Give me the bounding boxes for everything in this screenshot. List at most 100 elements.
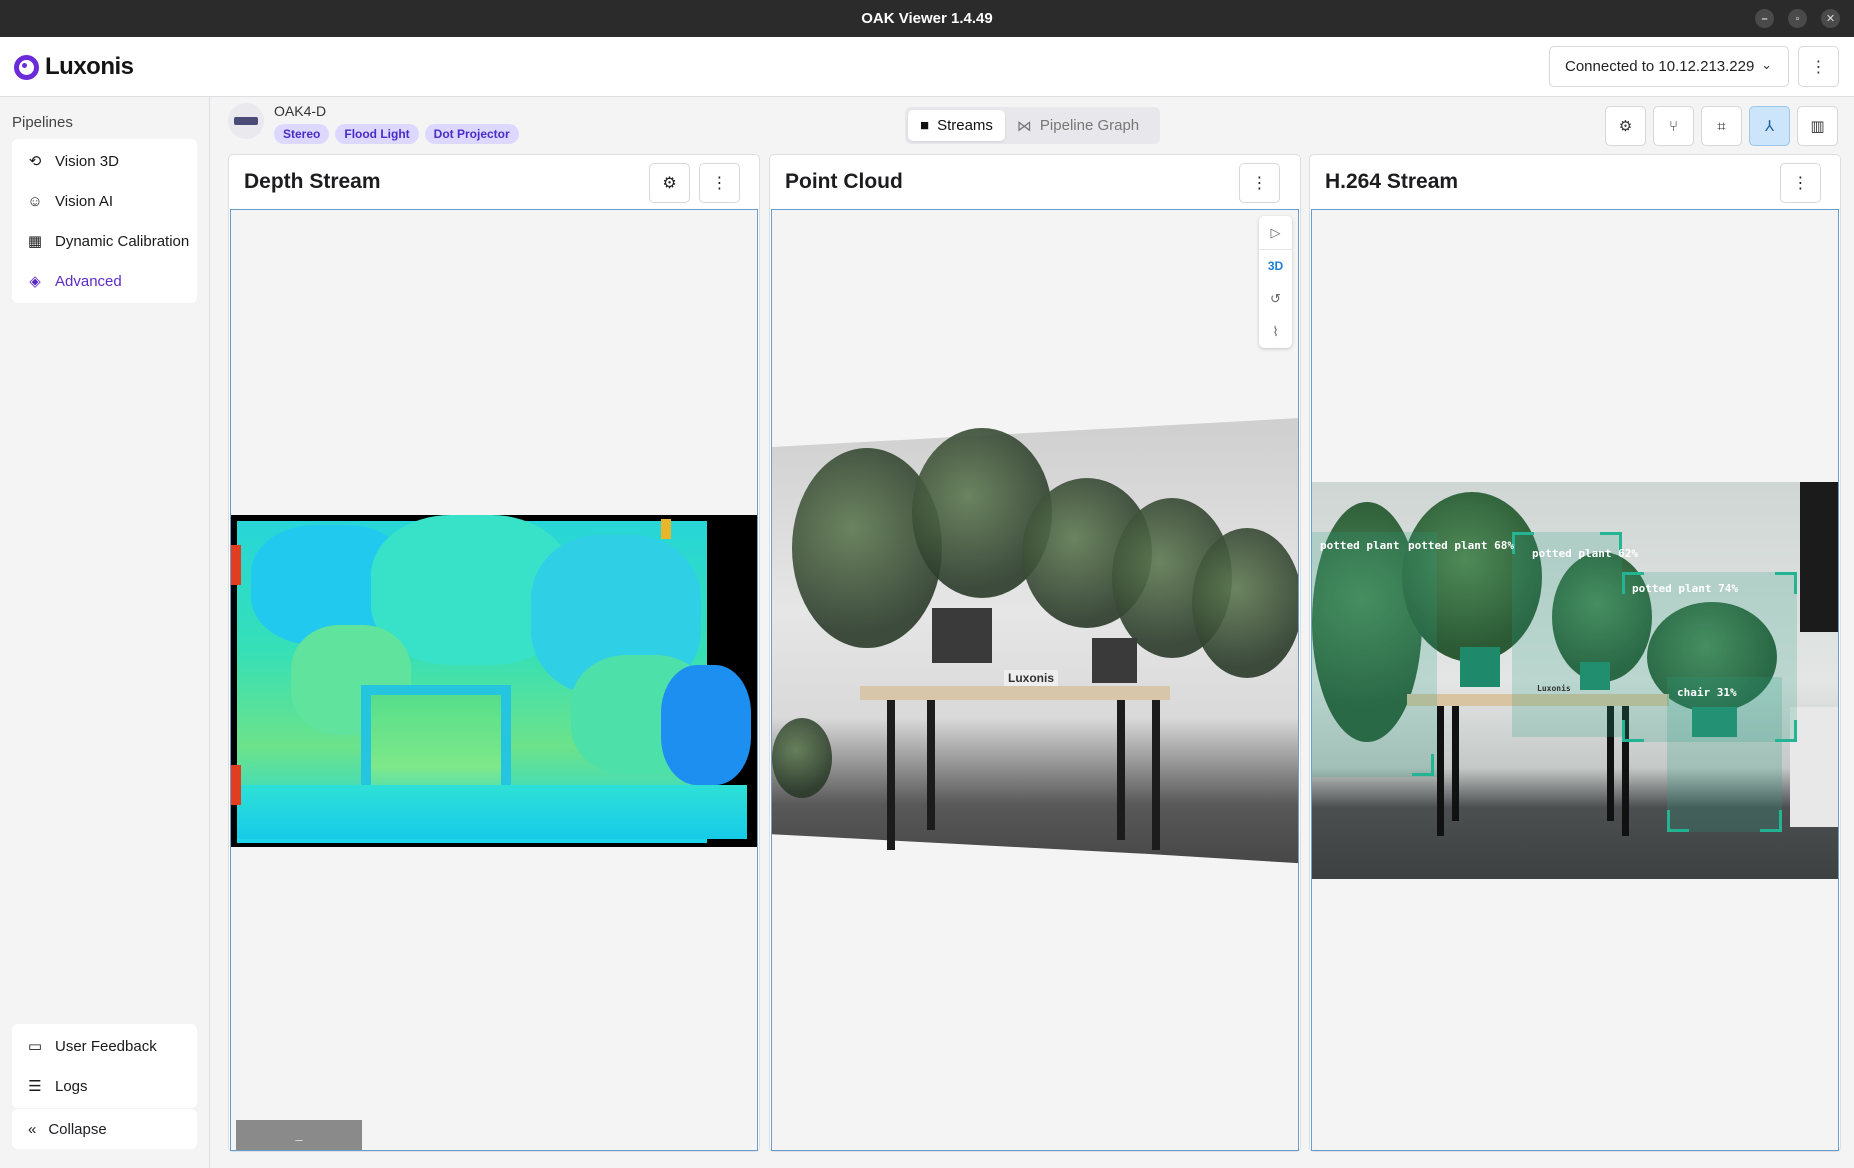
tab-label: Pipeline Graph [1039, 117, 1140, 134]
sidebar-item-label: Advanced [55, 272, 122, 290]
sidebar-item-user-feedback[interactable]: ▭ User Feedback [12, 1026, 197, 1066]
luxonis-logo-icon: Luxonis [1004, 670, 1059, 686]
panel-depth-stream: Depth Stream ⚙ ⋮ – [228, 154, 760, 1152]
view-toolbar: ⚙ ⑂ ⌗ ⅄ ▥ [1605, 106, 1838, 146]
pipeline-list: ⟲ Vision 3D ☺ Vision AI ▦ Dynamic Calibr… [12, 139, 197, 303]
pointcloud-toolbar: ▷ 3D ↺ ⌇ [1259, 216, 1292, 348]
panel-title: Depth Stream [244, 170, 381, 193]
collapse-label: Collapse [48, 1120, 107, 1138]
camera-icon: ■ [920, 117, 930, 134]
detection-label: potted plant 74% [1632, 582, 1738, 595]
luxonis-logo-icon [14, 54, 39, 80]
sidebar-item-label: Vision AI [55, 192, 114, 210]
chevrons-left-icon: « [28, 1120, 37, 1138]
graph-icon: ⋈ [1016, 117, 1032, 135]
3d-rotate-icon: ⟲ [28, 153, 42, 170]
more-vertical-icon: ⋮ [1810, 58, 1827, 76]
sidebar-item-label: User Feedback [55, 1037, 157, 1055]
depth-menu-button[interactable]: ⋮ [699, 163, 740, 203]
ruler-icon: ⌇ [1272, 323, 1279, 339]
sidebar-item-vision-3d[interactable]: ⟲ Vision 3D [12, 141, 197, 181]
point-cloud-render: Luxonis [772, 418, 1298, 902]
sidebar-title: Pipelines [12, 114, 73, 131]
sidebar-item-vision-ai[interactable]: ☺ Vision AI [12, 181, 197, 221]
header-menu-button[interactable]: ⋮ [1798, 46, 1839, 87]
tab-label: Streams [937, 117, 993, 134]
rotate-ccw-icon: ↺ [1270, 290, 1281, 306]
gear-icon: ⚙ [1618, 118, 1633, 135]
more-vertical-icon: ⋮ [1792, 175, 1809, 192]
feature-chip: Dot Projector [424, 124, 519, 144]
feature-chip: Stereo [274, 124, 330, 144]
maximize-icon[interactable]: ▫ [1788, 9, 1807, 28]
checkerboard-icon: ▦ [27, 233, 43, 250]
panel-point-cloud: Point Cloud ⋮ Luxonis ▷ 3D ↺ ⌇ [769, 154, 1301, 1152]
panel-header: Point Cloud ⋮ [770, 155, 1300, 208]
window-controls: – ▫ ✕ [1755, 9, 1840, 28]
reset-view-button[interactable]: ↺ [1259, 282, 1292, 315]
detection-box [1667, 677, 1782, 832]
panel-title: Point Cloud [785, 170, 903, 193]
panel-title: H.264 Stream [1325, 170, 1459, 193]
sidebar: Pipelines ⟲ Vision 3D ☺ Vision AI ▦ Dyna… [0, 97, 210, 1168]
close-icon[interactable]: ✕ [1821, 9, 1840, 28]
face-scan-icon: ☺ [27, 192, 43, 210]
pointcloud-viewport[interactable]: Luxonis ▷ 3D ↺ ⌇ [771, 209, 1299, 1151]
brand-logo: Luxonis [14, 53, 134, 81]
window-titlebar: OAK Viewer 1.4.49 – ▫ ✕ [0, 0, 1854, 37]
window-title: OAK Viewer 1.4.49 [861, 10, 993, 27]
device-name: OAK4-D [274, 103, 327, 119]
h264-menu-button[interactable]: ⋮ [1780, 163, 1821, 203]
sidebar-panel-icon: ▥ [1810, 118, 1825, 135]
depth-colormap-button[interactable]: – [236, 1120, 362, 1150]
scan-icon: ⌗ [1717, 117, 1726, 135]
detection-button[interactable]: ⌗ [1701, 106, 1742, 146]
sidebar-item-label: Logs [55, 1077, 88, 1095]
sidebar-item-logs[interactable]: ☰ Logs [12, 1066, 197, 1106]
luxonis-logo-icon: Luxonis [1537, 684, 1571, 693]
axes-button[interactable]: ⅄ [1749, 106, 1790, 146]
sidebar-bottom-list: ▭ User Feedback ☰ Logs [12, 1024, 197, 1108]
sidebar-item-label: Vision 3D [55, 152, 119, 170]
more-vertical-icon: ⋮ [711, 175, 728, 192]
device-thumbnail [228, 103, 264, 139]
tab-pipeline-graph[interactable]: ⋈ Pipeline Graph [1005, 110, 1151, 141]
brand-name: Luxonis [45, 53, 134, 80]
axes-icon: ⅄ [1764, 118, 1775, 135]
depth-map-image [231, 515, 757, 847]
sidebar-item-dynamic-calibration[interactable]: ▦ Dynamic Calibration [12, 221, 197, 261]
depth-settings-button[interactable]: ⚙ [649, 163, 690, 203]
more-vertical-icon: ⋮ [1251, 175, 1268, 192]
cursor-icon: ▷ [1270, 224, 1281, 240]
pointer-tool-button[interactable]: ▷ [1259, 216, 1292, 249]
connection-dropdown[interactable]: Connected to 10.12.213.229 ⌄ [1549, 46, 1789, 87]
logs-icon: ☰ [28, 1078, 42, 1095]
tab-streams[interactable]: ■ Streams [908, 110, 1005, 141]
layout-toggle-button[interactable]: ▥ [1797, 106, 1838, 146]
app-header: Luxonis Connected to 10.12.213.229 ⌄ ⋮ [0, 37, 1854, 97]
detection-box [1312, 532, 1437, 777]
layers-icon: ◈ [29, 273, 41, 290]
detection-box [1512, 532, 1622, 737]
panel-header: Depth Stream ⚙ ⋮ [229, 155, 759, 208]
detection-label: potted plant 62% [1532, 547, 1638, 560]
h264-viewport[interactable]: potted plant potted plant 68% potted pla… [1311, 209, 1839, 1151]
3d-mode-button[interactable]: 3D [1259, 249, 1292, 282]
measure-button[interactable]: ⌇ [1259, 315, 1292, 348]
detection-label: potted plant 68% [1408, 539, 1514, 552]
sidebar-item-label: Dynamic Calibration [55, 232, 190, 250]
feature-chip: Flood Light [335, 124, 419, 144]
feedback-icon: ▭ [27, 1038, 43, 1055]
sidebar-item-advanced[interactable]: ◈ Advanced [12, 261, 197, 301]
h264-video-frame: potted plant potted plant 68% potted pla… [1312, 482, 1838, 879]
gear-icon: ⚙ [662, 175, 677, 192]
depth-viewport[interactable]: – [230, 209, 758, 1151]
collapse-button[interactable]: « Collapse [12, 1109, 197, 1149]
panel-header: H.264 Stream ⋮ [1310, 155, 1840, 208]
branch-icon: ⑂ [1668, 117, 1678, 135]
pointcloud-menu-button[interactable]: ⋮ [1239, 163, 1280, 203]
settings-button[interactable]: ⚙ [1605, 106, 1646, 146]
minimize-icon[interactable]: – [1755, 9, 1774, 28]
pipeline-button[interactable]: ⑂ [1653, 106, 1694, 146]
detection-label: potted plant [1320, 539, 1400, 552]
